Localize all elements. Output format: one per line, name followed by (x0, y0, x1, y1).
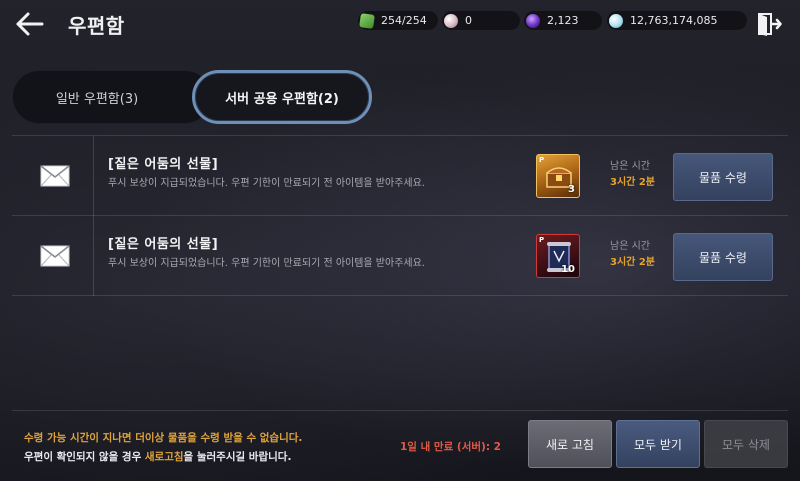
item-count: 10 (561, 264, 575, 275)
back-arrow-icon[interactable] (14, 10, 46, 38)
silver-counter: 12,763,174,085 (607, 11, 747, 30)
dark-orb-icon (526, 13, 540, 28)
refresh-button[interactable]: 새로 고침 (528, 420, 612, 468)
orb-value: 2,123 (547, 14, 579, 27)
refresh-notice-highlight: 새로고침 (144, 451, 184, 463)
pearl-counter: 0 (442, 11, 520, 30)
footer-divider (12, 410, 788, 411)
envelope-icon (40, 165, 70, 187)
receive-all-button[interactable]: 모두 받기 (616, 420, 700, 468)
mail-description: 푸시 보상이 지급되었습니다. 우편 기한이 만료되기 전 아이템을 받아주세요… (108, 258, 425, 269)
tab-server-mailbox[interactable]: 서버 공용 우편함(2) (192, 70, 372, 124)
refresh-notice-text: 우편이 확인되지 않을 경우 (24, 451, 145, 463)
expiry-notice: 수령 가능 시간이 지나면 더이상 물품을 수령 받을 수 없습니다. (24, 432, 303, 444)
page-title: 우편함 (68, 14, 125, 38)
remaining-time-value: 3시간 2분 (610, 257, 655, 268)
energy-icon (359, 12, 375, 29)
refresh-notice-text-end: 을 눌러주시길 바랍니다. (183, 451, 292, 463)
top-bar: 우편함 254/254 0 2,123 12,763,174,085 (0, 0, 800, 50)
delete-all-button[interactable]: 모두 삭제 (704, 420, 788, 468)
mail-title: [짙은 어둠의 선물] (108, 237, 219, 252)
mailbox-screen: 우편함 254/254 0 2,123 12,763,174,085 일반 우편… (0, 0, 800, 481)
remaining-time-label: 남은 시간 (610, 161, 650, 172)
refresh-notice: 우편이 확인되지 않을 경우 새로고침을 눌러주시길 바랍니다. (24, 449, 291, 464)
mail-icon-cell (12, 136, 94, 216)
mail-icon-cell (12, 216, 94, 296)
mail-description: 푸시 보상이 지급되었습니다. 우편 기한이 만료되기 전 아이템을 받아주세요… (108, 178, 425, 189)
envelope-icon (40, 245, 70, 267)
exit-door-icon[interactable] (756, 11, 782, 37)
pearl-icon (444, 13, 458, 28)
claim-item-button[interactable]: 물품 수령 (673, 153, 773, 201)
mailbox-tabs: 일반 우편함(3) 서버 공용 우편함(2) (12, 70, 372, 124)
tab-normal-mailbox[interactable]: 일반 우편함(3) (12, 70, 212, 124)
remaining-time-label: 남은 시간 (610, 241, 650, 252)
silver-value: 12,763,174,085 (630, 14, 718, 27)
expiring-count: 1일 내 만료 (서버): 2 (400, 441, 501, 453)
mail-item: [짙은 어둠의 선물] 푸시 보상이 지급되었습니다. 우편 기한이 만료되기 … (12, 136, 788, 216)
mail-item: [짙은 어둠의 선물] 푸시 보상이 지급되었습니다. 우편 기한이 만료되기 … (12, 216, 788, 296)
scroll-icon[interactable]: P 10 (536, 234, 580, 278)
item-count: 3 (568, 184, 575, 195)
claim-item-button[interactable]: 물품 수령 (673, 233, 773, 281)
energy-value: 254/254 (381, 14, 427, 27)
orb-counter: 2,123 (524, 11, 602, 30)
silver-coin-icon (609, 13, 623, 28)
treasure-chest-icon[interactable]: P 3 (536, 154, 580, 198)
mail-title: [짙은 어둠의 선물] (108, 157, 219, 172)
pearl-value: 0 (465, 14, 472, 27)
row-divider (12, 295, 788, 296)
energy-counter: 254/254 (358, 11, 438, 30)
remaining-time-value: 3시간 2분 (610, 177, 655, 188)
